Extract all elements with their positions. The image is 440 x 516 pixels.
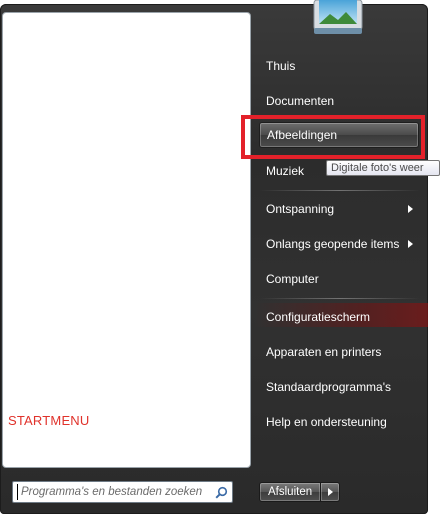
menu-item-onlangs-geopende-items[interactable]: Onlangs geopende items: [259, 231, 419, 257]
programs-pane: [2, 12, 251, 468]
menu-item-label: Onlangs geopende items: [266, 237, 400, 251]
menu-item-help-en-ondersteuning[interactable]: Help en ondersteuning: [259, 409, 419, 435]
menu-item-ontspanning[interactable]: Ontspanning: [259, 196, 419, 222]
menu-item-standaardprogrammas[interactable]: Standaardprogramma's: [259, 374, 419, 400]
menu-item-computer[interactable]: Computer: [259, 266, 419, 292]
menu-item-configuratiescherm[interactable]: Configuratiescherm: [259, 304, 419, 330]
search-input[interactable]: [17, 484, 207, 500]
menu-item-label: Computer: [266, 272, 319, 286]
menu-item-apparaten-en-printers[interactable]: Apparaten en printers: [259, 339, 419, 365]
menu-separator: [260, 298, 420, 299]
menu-item-label: Apparaten en printers: [266, 345, 382, 359]
shutdown-button[interactable]: Afsluiten: [259, 482, 322, 502]
menu-item-label: Help en ondersteuning: [266, 415, 387, 429]
menu-item-label: Muziek: [266, 164, 305, 178]
shutdown-control: Afsluiten: [259, 482, 341, 502]
menu-separator: [260, 190, 420, 191]
menu-item-label: Configuratiescherm: [266, 310, 371, 324]
menu-item-thuis[interactable]: Thuis: [259, 53, 419, 79]
tooltip: Digitale foto's weer: [326, 160, 440, 176]
menu-item-documenten[interactable]: Documenten: [259, 88, 419, 114]
menu-item-label: Ontspanning: [266, 202, 335, 216]
menu-item-label: Thuis: [266, 59, 296, 73]
arrow-right-icon: [408, 240, 413, 248]
menu-item-label: Documenten: [266, 94, 335, 108]
shutdown-options-button[interactable]: [321, 482, 341, 502]
startmenu-label: STARTMENU: [8, 413, 90, 428]
arrow-right-icon: [408, 205, 413, 213]
menu-item-label: Standaardprogramma's: [266, 380, 392, 394]
search-icon[interactable]: [212, 483, 230, 501]
search-box: [12, 481, 233, 503]
highlight-box: [241, 115, 425, 159]
arrow-right-icon: [327, 488, 333, 496]
